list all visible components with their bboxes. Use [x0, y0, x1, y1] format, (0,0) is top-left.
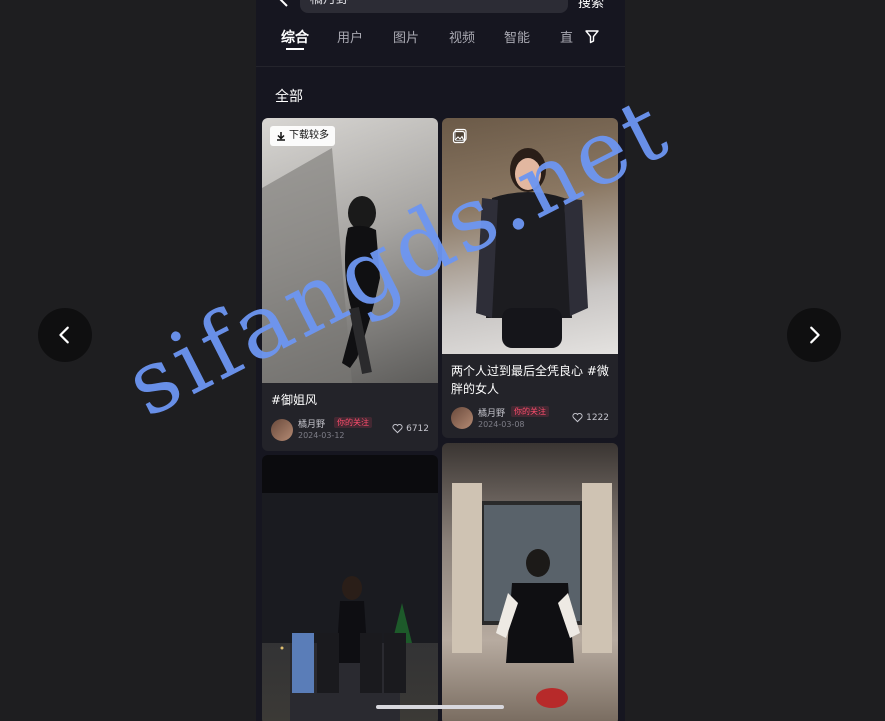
card-photo [442, 118, 618, 354]
tab-users[interactable]: 用户 [337, 27, 363, 46]
tab-videos[interactable]: 视频 [449, 27, 475, 46]
post-date: 2024-03-08 [478, 420, 525, 429]
tab-images[interactable]: 图片 [393, 27, 419, 46]
card-caption: 两个人过到最后全凭良心 #微胖的女人 [451, 364, 609, 396]
like-count[interactable]: 6712 [392, 423, 429, 434]
heart-icon [572, 413, 583, 423]
card-photo-art [452, 483, 612, 708]
chevron-left-icon [59, 326, 69, 344]
heart-icon [392, 424, 403, 434]
search-input[interactable]: 橘月野 [300, 0, 568, 13]
badge-label: 下载较多 [289, 130, 329, 141]
like-count[interactable]: 1222 [572, 412, 609, 423]
gallery-icon [452, 128, 467, 144]
author-name[interactable]: 橘月野 [298, 417, 325, 430]
follow-tag: 你的关注 [511, 406, 549, 417]
card-caption: #御姐风 [271, 393, 318, 407]
tab-live[interactable]: 直 [560, 27, 573, 46]
divider [256, 66, 625, 67]
result-tabs: 综合 用户 图片 视频 智能 直 [256, 24, 625, 54]
download-icon [277, 132, 285, 141]
tab-all[interactable]: 综合 [281, 27, 309, 47]
download-badge: 下载较多 [270, 126, 335, 146]
card-photo [262, 118, 438, 383]
filter-icon[interactable] [584, 28, 600, 44]
result-card[interactable] [262, 455, 438, 721]
card-photo-art [262, 148, 380, 383]
search-button[interactable]: 搜索 [578, 0, 604, 11]
card-photo [262, 493, 438, 721]
avatar[interactable] [451, 407, 473, 429]
next-image-button[interactable] [787, 308, 841, 362]
active-tab-indicator [286, 48, 304, 50]
card-photo-art [476, 148, 588, 348]
avatar[interactable] [271, 419, 293, 441]
home-indicator [376, 705, 504, 709]
follow-tag: 你的关注 [334, 417, 372, 428]
previous-image-button[interactable] [38, 308, 92, 362]
tab-smart[interactable]: 智能 [504, 27, 530, 46]
result-card[interactable]: 下载较多 #御姐风 橘月野 你的关注 2024-03-12 6712 [262, 118, 438, 451]
section-title: 全部 [275, 89, 303, 105]
result-card[interactable] [442, 443, 618, 721]
card-photo-art [262, 493, 438, 721]
phone-screen: 橘月野 搜索 综合 用户 图片 视频 智能 直 全部 下载较多 #御姐风 橘月野 [256, 0, 625, 721]
like-count-label: 6712 [406, 423, 429, 434]
result-card[interactable]: 两个人过到最后全凭良心 #微胖的女人 橘月野 你的关注 2024-03-08 1… [442, 118, 618, 438]
post-date: 2024-03-12 [298, 431, 345, 440]
card-photo [442, 443, 618, 721]
back-arrow-icon[interactable] [276, 0, 292, 8]
chevron-right-icon [810, 326, 820, 344]
search-bar: 橘月野 搜索 [256, 0, 625, 14]
author-name[interactable]: 橘月野 [478, 406, 505, 419]
like-count-label: 1222 [586, 412, 609, 423]
